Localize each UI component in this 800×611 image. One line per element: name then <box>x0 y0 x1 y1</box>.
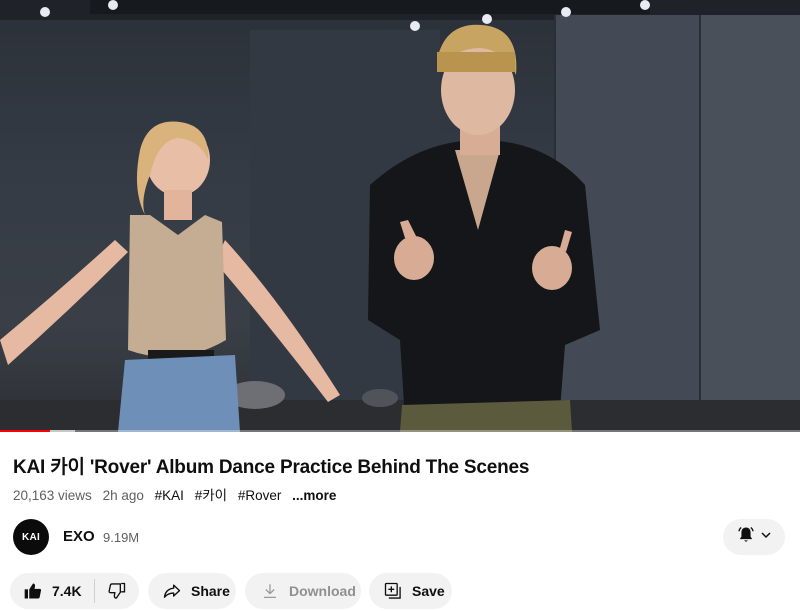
like-dislike-group: 7.4K <box>10 573 139 609</box>
progress-played <box>0 430 50 432</box>
more-link[interactable]: ...more <box>292 488 336 503</box>
playlist-add-icon <box>383 581 403 601</box>
hashtag-kai-korean[interactable]: #카이 <box>195 488 227 503</box>
save-label: Save <box>412 583 445 599</box>
video-meta[interactable]: 20,163 views 2h ago #KAI #카이 #Rover ...m… <box>13 484 343 504</box>
thumbs-up-icon <box>23 581 43 601</box>
thumbs-down-icon <box>107 581 127 601</box>
share-arrow-icon <box>162 581 182 601</box>
view-count: 20,163 views <box>13 488 92 503</box>
share-button[interactable]: Share <box>148 573 236 609</box>
progress-buffer <box>50 430 75 432</box>
channel-avatar[interactable]: KAI <box>13 519 49 555</box>
video-title[interactable]: KAI 카이 'Rover' Album Dance Practice Behi… <box>13 452 783 479</box>
dislike-button[interactable] <box>95 573 139 609</box>
download-icon <box>261 582 279 600</box>
save-button[interactable]: Save <box>369 573 452 609</box>
channel-name[interactable]: EXO <box>63 528 95 545</box>
progress-bar[interactable] <box>0 430 800 432</box>
like-button[interactable]: 7.4K <box>10 573 94 609</box>
video-frame <box>0 0 800 432</box>
video-player[interactable] <box>0 0 800 432</box>
download-button[interactable]: Download <box>245 573 361 609</box>
notification-button[interactable] <box>723 519 785 555</box>
avatar-text: KAI <box>21 531 41 543</box>
subscriber-count: 9.19M <box>103 530 140 545</box>
chevron-down-icon <box>760 528 772 546</box>
download-label: Download <box>289 583 356 599</box>
hashtag-kai[interactable]: #KAI <box>155 488 184 503</box>
upload-age: 2h ago <box>102 488 144 503</box>
like-count: 7.4K <box>52 583 82 599</box>
bell-icon <box>736 525 756 550</box>
hashtag-rover[interactable]: #Rover <box>238 488 282 503</box>
share-label: Share <box>191 583 230 599</box>
